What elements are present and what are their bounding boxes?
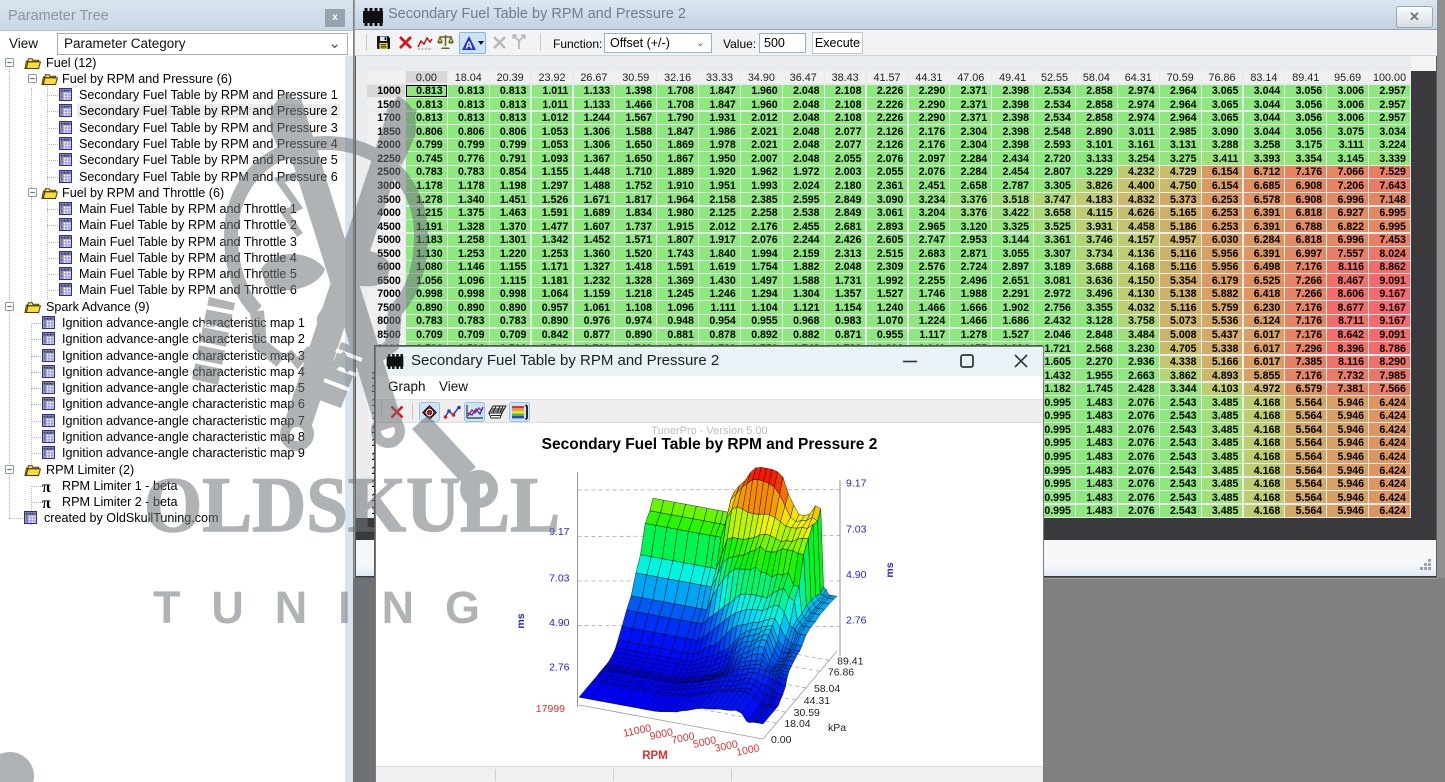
svg-text:1000: 1000 — [735, 742, 760, 759]
svg-text:58.04: 58.04 — [814, 683, 840, 695]
svg-text:4.90: 4.90 — [549, 617, 570, 629]
svg-text:9.17: 9.17 — [549, 526, 570, 538]
svg-text:7.03: 7.03 — [549, 573, 570, 585]
svg-text:2.76: 2.76 — [846, 615, 867, 627]
svg-text:9.17: 9.17 — [846, 478, 867, 490]
svg-text:kPa: kPa — [828, 722, 846, 734]
svg-text:2.76: 2.76 — [549, 662, 570, 674]
svg-text:30.59: 30.59 — [794, 707, 820, 719]
svg-text:89.41: 89.41 — [837, 655, 863, 667]
svg-text:ms: ms — [515, 613, 527, 628]
svg-text:4.90: 4.90 — [846, 569, 867, 581]
svg-text:ms: ms — [884, 562, 896, 577]
svg-text:18.04: 18.04 — [784, 718, 810, 730]
svg-text:7.03: 7.03 — [846, 524, 867, 536]
svg-text:17999: 17999 — [536, 703, 565, 715]
svg-text:0.00: 0.00 — [771, 734, 792, 746]
svg-text:44.31: 44.31 — [804, 695, 830, 707]
svg-text:RPM: RPM — [642, 750, 668, 762]
svg-text:76.86: 76.86 — [828, 666, 854, 678]
